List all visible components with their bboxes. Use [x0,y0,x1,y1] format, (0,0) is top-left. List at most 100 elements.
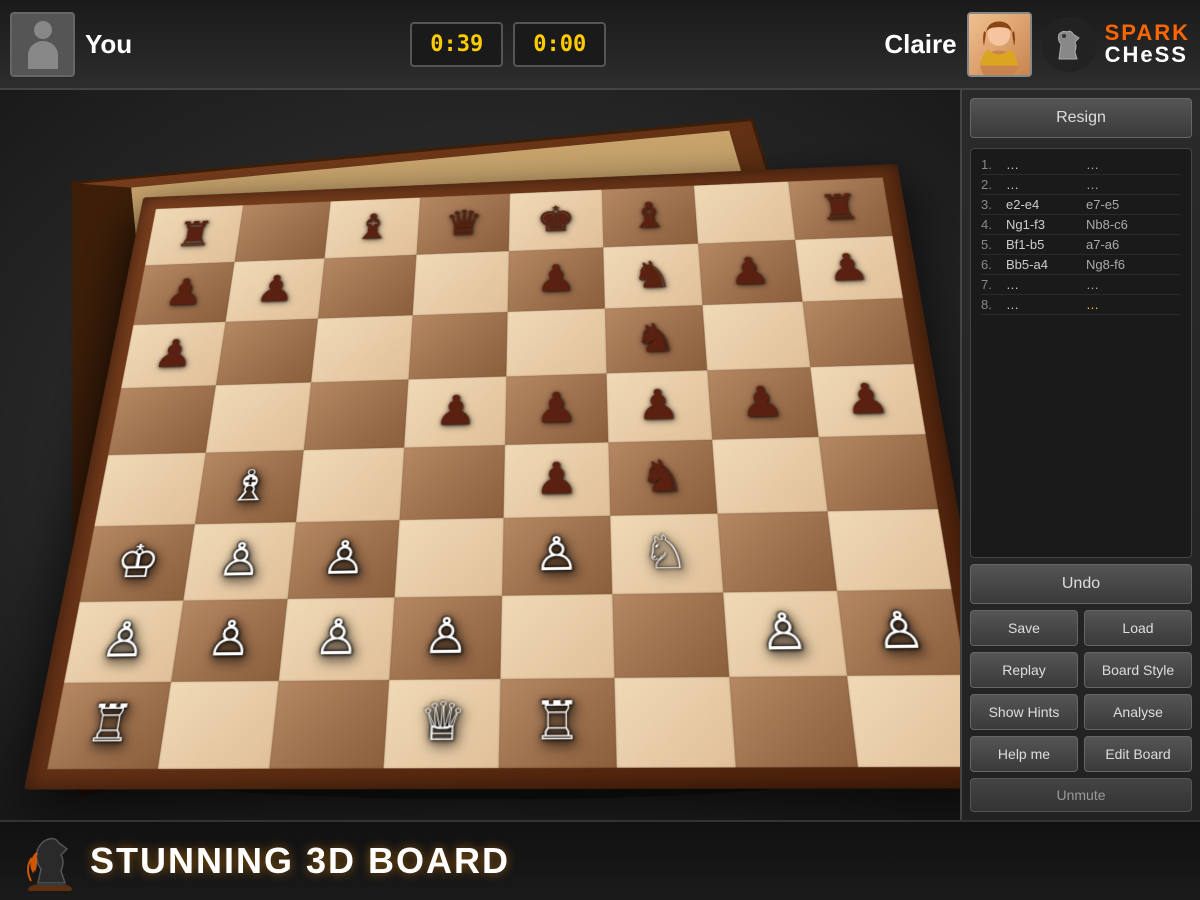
square-3-4[interactable]: ♟ [505,373,608,445]
square-5-0[interactable]: ♔ [80,524,195,602]
piece-b-B-0-5[interactable]: ♝ [629,198,670,234]
piece-b-N-2-5[interactable]: ♞ [633,319,677,359]
square-5-1[interactable]: ♙ [183,522,296,600]
square-5-2[interactable]: ♙ [288,520,399,599]
square-6-3[interactable]: ♙ [389,596,502,680]
square-0-3[interactable]: ♛ [416,194,510,255]
piece-w-P-5-4[interactable]: ♙ [534,532,580,580]
piece-w-P-6-1[interactable]: ♙ [204,615,255,665]
piece-b-Q-0-3[interactable]: ♛ [443,206,483,242]
piece-w-P-6-7[interactable]: ♙ [872,606,928,658]
square-4-1[interactable]: ♗ [194,450,303,524]
square-2-1[interactable] [215,319,318,386]
square-4-2[interactable] [296,448,404,523]
square-6-5[interactable] [612,592,730,677]
square-7-1[interactable] [157,681,278,769]
unmute-button[interactable]: Unmute [970,778,1192,812]
square-2-7[interactable] [802,298,914,367]
square-1-1[interactable]: ♟ [225,258,324,321]
square-5-6[interactable] [718,511,837,592]
square-0-4[interactable]: ♚ [509,190,603,251]
show-hints-button[interactable]: Show Hints [970,694,1078,730]
piece-w-P-5-2[interactable]: ♙ [320,536,368,583]
square-2-6[interactable] [703,302,810,371]
square-7-4[interactable]: ♖ [499,678,617,768]
square-1-5[interactable]: ♞ [603,244,703,309]
square-1-3[interactable] [412,251,509,315]
analyse-button[interactable]: Analyse [1084,694,1192,730]
square-0-6[interactable] [694,182,795,244]
piece-b-R-0-0[interactable]: ♜ [173,217,216,252]
resign-button[interactable]: Resign [970,98,1192,138]
piece-w-B-4-1[interactable]: ♗ [226,465,274,509]
square-4-7[interactable] [818,434,938,511]
load-button[interactable]: Load [1084,610,1192,646]
piece-w-N-5-5[interactable]: ♘ [641,530,689,578]
square-3-0[interactable] [108,385,215,455]
square-7-0[interactable]: ♖ [47,682,170,769]
square-1-7[interactable]: ♟ [795,236,903,302]
square-2-2[interactable] [311,315,412,382]
piece-b-N-4-5[interactable]: ♞ [639,455,686,500]
square-6-6[interactable]: ♙ [723,591,846,677]
piece-w-P-5-1[interactable]: ♙ [215,538,264,585]
square-7-2[interactable] [269,680,388,769]
square-4-6[interactable] [712,437,827,514]
piece-b-P-1-4[interactable]: ♟ [536,260,576,298]
square-1-6[interactable]: ♟ [698,240,802,305]
square-3-2[interactable] [304,379,408,450]
square-7-7[interactable] [847,675,960,767]
square-1-4[interactable]: ♟ [508,247,605,312]
square-3-7[interactable]: ♟ [810,364,926,437]
square-6-4[interactable] [500,594,614,679]
square-5-7[interactable] [827,509,951,591]
piece-b-P-3-5[interactable]: ♟ [636,385,681,428]
edit-board-button[interactable]: Edit Board [1084,736,1192,772]
square-1-2[interactable] [318,255,416,319]
square-2-4[interactable] [506,309,606,377]
piece-w-P-6-3[interactable]: ♙ [422,612,470,662]
replay-button[interactable]: Replay [970,652,1078,688]
square-3-1[interactable] [205,382,311,452]
piece-w-Q-7-3[interactable]: ♕ [417,697,467,751]
square-1-0[interactable]: ♟ [133,262,234,325]
square-5-4[interactable]: ♙ [502,516,612,596]
piece-b-N-1-5[interactable]: ♞ [631,257,673,295]
square-0-5[interactable]: ♝ [601,186,698,248]
piece-b-P-1-0[interactable]: ♟ [162,275,206,312]
board-area[interactable]: // We'll draw this via inline SVG with J… [0,90,960,820]
piece-b-P-3-3[interactable]: ♟ [434,391,478,433]
square-5-5[interactable]: ♘ [610,514,723,595]
save-button[interactable]: Save [970,610,1078,646]
square-7-6[interactable] [729,676,857,768]
piece-b-P-4-4[interactable]: ♟ [534,457,578,502]
piece-b-P-1-6[interactable]: ♟ [727,253,772,291]
square-2-0[interactable]: ♟ [121,322,225,388]
piece-b-P-3-4[interactable]: ♟ [535,388,578,430]
piece-b-B-0-2[interactable]: ♝ [352,210,393,246]
piece-b-R-0-7[interactable]: ♜ [817,190,862,227]
board-style-button[interactable]: Board Style [1084,652,1192,688]
square-0-2[interactable]: ♝ [325,198,420,259]
square-4-4[interactable]: ♟ [504,442,610,518]
square-4-5[interactable]: ♞ [608,440,718,516]
square-0-7[interactable]: ♜ [788,177,893,239]
piece-b-P-1-7[interactable]: ♟ [825,249,872,288]
piece-b-K-0-4[interactable]: ♚ [536,202,575,238]
piece-b-P-3-7[interactable]: ♟ [842,379,892,422]
piece-w-P-6-6[interactable]: ♙ [757,608,810,659]
square-3-6[interactable]: ♟ [707,367,818,439]
piece-b-P-3-6[interactable]: ♟ [738,382,786,425]
piece-b-P-2-0[interactable]: ♟ [151,335,197,374]
piece-b-P-1-1[interactable]: ♟ [254,271,297,308]
piece-w-R-7-0[interactable]: ♖ [82,699,136,751]
square-3-3[interactable]: ♟ [404,376,507,447]
piece-w-R-7-4[interactable]: ♖ [533,696,582,750]
move-history[interactable]: 1.……2.……3.e2-e4e7-e54.Ng1-f3Nb8-c65.Bf1-… [970,148,1192,558]
square-7-3[interactable]: ♕ [383,679,500,768]
square-3-5[interactable]: ♟ [606,370,712,442]
square-2-5[interactable]: ♞ [604,305,707,373]
square-0-1[interactable] [234,201,331,261]
square-4-0[interactable] [94,453,205,527]
square-6-1[interactable]: ♙ [171,599,288,682]
